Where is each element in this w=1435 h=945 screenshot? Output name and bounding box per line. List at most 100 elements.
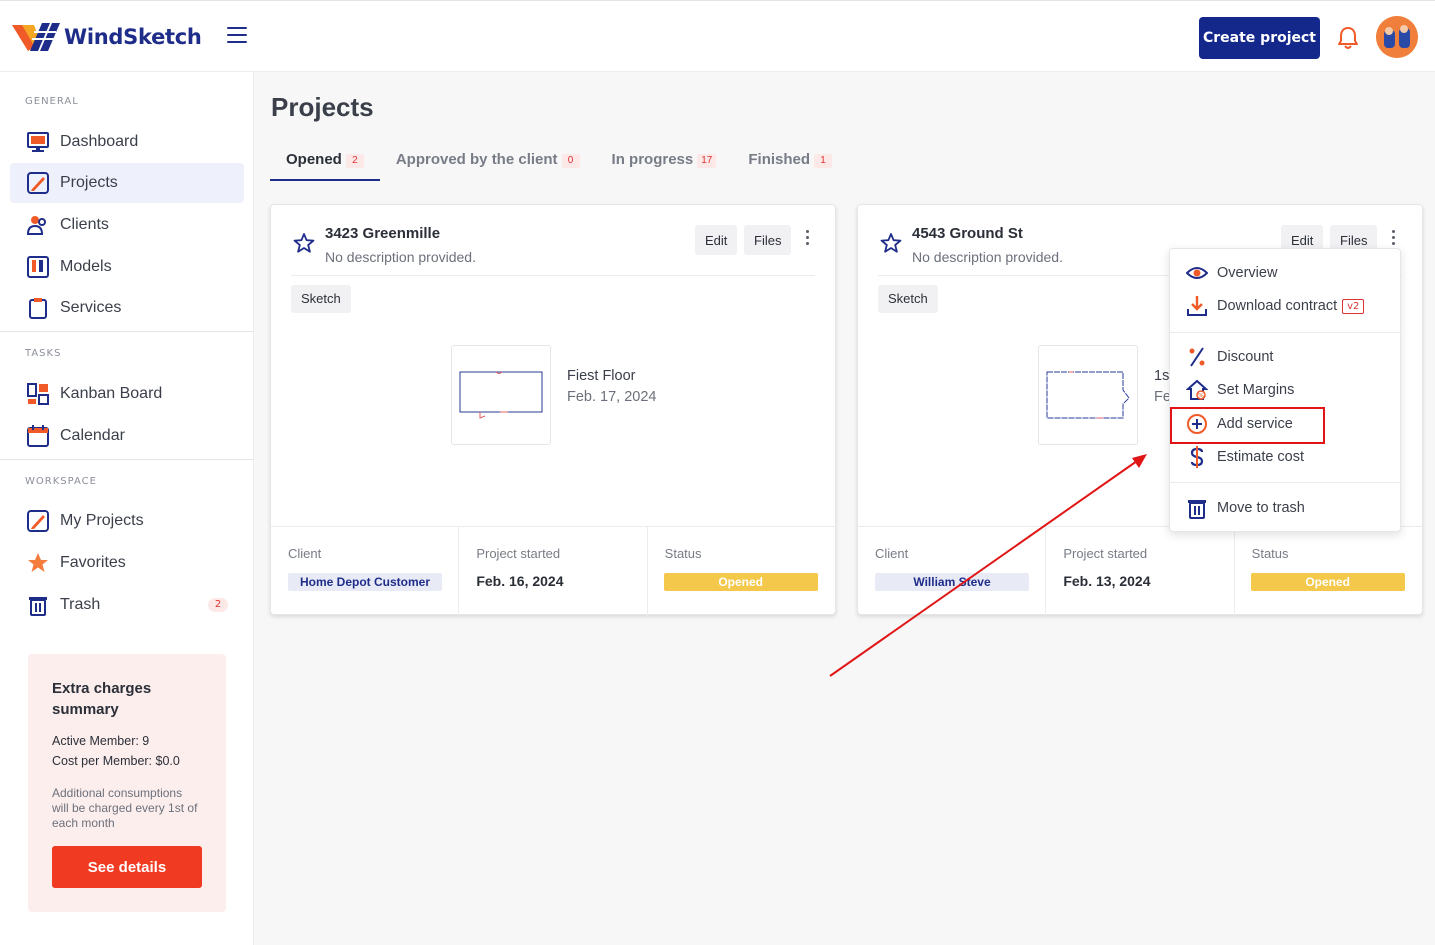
project-card[interactable]: 3423 Greenmille No description provided.… bbox=[270, 204, 836, 616]
tab-count-badge: 1 bbox=[814, 154, 833, 168]
app-name: WindSketch bbox=[64, 25, 202, 49]
client-label: Client bbox=[875, 546, 909, 561]
files-button[interactable]: Files bbox=[744, 225, 792, 255]
dollar-icon bbox=[1190, 446, 1204, 468]
project-options-menu: Overview Download contract v2 Discount %… bbox=[1169, 248, 1402, 532]
favorite-star-icon[interactable] bbox=[880, 232, 902, 254]
menu-item-estimate-cost[interactable]: Estimate cost bbox=[1170, 441, 1402, 473]
started-column: Project started Feb. 16, 2024 bbox=[459, 527, 648, 616]
trash-count-badge: 2 bbox=[208, 598, 228, 612]
annotation-highlight-box bbox=[1170, 407, 1325, 444]
project-tabs: Opened 2 Approved by the client 0 In progr… bbox=[270, 142, 848, 182]
client-chip[interactable]: Home Depot Customer bbox=[288, 573, 442, 591]
charges-title: Extra charges summary bbox=[52, 680, 152, 718]
menu-item-label: Overview bbox=[1217, 265, 1278, 281]
sidebar-item-label: Trash bbox=[60, 596, 101, 613]
sketch-chip[interactable]: Sketch bbox=[878, 285, 938, 313]
margins-icon: % bbox=[1186, 379, 1208, 400]
client-chip[interactable]: William Steve bbox=[875, 573, 1029, 591]
menu-item-set-margins[interactable]: % Set Margins bbox=[1170, 374, 1402, 406]
sidebar-divider bbox=[0, 459, 254, 460]
menu-item-download-contract[interactable]: Download contract v2 bbox=[1170, 290, 1402, 322]
floor-date: Feb. 17, 2024 bbox=[567, 389, 657, 405]
section-label-general: GENERAL bbox=[25, 96, 79, 107]
status-label: Status bbox=[1251, 546, 1289, 561]
active-member-text: Active Member: 9 bbox=[52, 734, 150, 748]
section-label-tasks: TASKS bbox=[25, 348, 62, 359]
menu-item-label: Download contract bbox=[1217, 298, 1338, 314]
started-label: Project started bbox=[1063, 546, 1148, 561]
floor-name: Fiest Floor bbox=[567, 368, 636, 384]
my-projects-icon bbox=[27, 510, 49, 532]
floorplan-sketch-icon bbox=[459, 371, 543, 419]
tab-label: Finished bbox=[748, 151, 811, 168]
menu-item-move-to-trash[interactable]: Move to trash bbox=[1170, 492, 1402, 524]
models-icon bbox=[27, 256, 49, 278]
tab-opened[interactable]: Opened 2 bbox=[270, 142, 380, 181]
sidebar-item-clients[interactable]: Clients bbox=[10, 205, 244, 245]
cost-per-member-text: Cost per Member: $0.0 bbox=[52, 754, 180, 768]
tab-approved[interactable]: Approved by the client 0 bbox=[380, 142, 596, 181]
favorite-star-icon[interactable] bbox=[293, 232, 315, 254]
sidebar-item-favorites[interactable]: Favorites bbox=[10, 543, 244, 583]
started-date: Feb. 16, 2024 bbox=[476, 573, 564, 589]
percent-icon bbox=[1189, 347, 1205, 367]
tab-in-progress[interactable]: In progress 17 bbox=[596, 142, 733, 181]
user-avatar[interactable] bbox=[1376, 16, 1418, 58]
see-details-button[interactable]: See details bbox=[52, 846, 202, 888]
menu-toggle-icon[interactable] bbox=[227, 27, 247, 45]
client-column: Client Home Depot Customer bbox=[271, 527, 460, 616]
status-badge: Opened bbox=[1250, 573, 1405, 591]
trash-icon bbox=[29, 597, 47, 616]
extra-charges-card: Extra charges summary Active Member: 9 C… bbox=[28, 654, 226, 912]
tab-count-badge: 0 bbox=[561, 154, 580, 168]
tab-finished[interactable]: Finished 1 bbox=[732, 142, 848, 181]
project-title[interactable]: 4543 Ground St bbox=[912, 225, 1023, 242]
status-badge: Opened bbox=[663, 573, 818, 591]
section-label-workspace: WORKSPACE bbox=[25, 476, 97, 487]
sidebar-item-label: Clients bbox=[60, 216, 109, 233]
status-column: Status Opened bbox=[1235, 527, 1422, 616]
sidebar-divider bbox=[0, 331, 254, 332]
floor-thumbnail[interactable] bbox=[1038, 345, 1138, 445]
started-date: Feb. 13, 2024 bbox=[1063, 573, 1151, 589]
status-label: Status bbox=[664, 546, 702, 561]
menu-item-overview[interactable]: Overview bbox=[1170, 257, 1402, 289]
sidebar-item-my-projects[interactable]: My Projects bbox=[10, 501, 244, 541]
edit-button[interactable]: Edit bbox=[695, 225, 738, 255]
sidebar-item-trash[interactable]: Trash 2 bbox=[10, 585, 244, 625]
tab-label: Opened bbox=[286, 151, 342, 168]
menu-item-discount[interactable]: Discount bbox=[1170, 341, 1402, 373]
card-footer: Client Home Depot Customer Project start… bbox=[271, 526, 835, 616]
tab-count-badge: 17 bbox=[697, 154, 717, 168]
star-icon bbox=[28, 553, 48, 572]
more-options-icon[interactable] bbox=[797, 227, 817, 251]
trash-icon bbox=[1188, 500, 1206, 519]
logo[interactable]: WindSketch bbox=[12, 21, 202, 53]
notification-bell-icon[interactable] bbox=[1336, 25, 1360, 51]
sketch-chip[interactable]: Sketch bbox=[291, 285, 351, 313]
menu-item-label: Estimate cost bbox=[1217, 449, 1305, 465]
sidebar-item-models[interactable]: Models bbox=[10, 247, 244, 287]
sidebar-item-dashboard[interactable]: Dashboard bbox=[10, 122, 244, 162]
floor-thumbnail[interactable] bbox=[451, 345, 551, 445]
sidebar-item-label: Models bbox=[60, 258, 112, 275]
menu-item-label: Move to trash bbox=[1217, 500, 1305, 516]
menu-item-label: Discount bbox=[1217, 349, 1274, 365]
sidebar-item-kanban[interactable]: Kanban Board bbox=[10, 374, 244, 414]
tab-label: In progress bbox=[611, 151, 694, 168]
create-project-button[interactable]: Create project bbox=[1199, 17, 1320, 59]
project-title[interactable]: 3423 Greenmille bbox=[325, 225, 440, 242]
menu-divider bbox=[1170, 332, 1402, 333]
avatar-image-icon bbox=[1376, 16, 1418, 58]
top-bar: WindSketch Create project bbox=[0, 0, 1435, 72]
sidebar-item-label: Dashboard bbox=[60, 133, 139, 150]
calendar-icon bbox=[27, 425, 49, 447]
sidebar-item-projects[interactable]: Projects bbox=[10, 163, 244, 203]
card-footer: Client William Steve Project started Feb… bbox=[858, 526, 1422, 616]
sidebar-item-calendar[interactable]: Calendar bbox=[10, 416, 244, 456]
sidebar-item-services[interactable]: Services bbox=[10, 288, 244, 328]
sidebar-item-label: My Projects bbox=[60, 512, 144, 529]
sidebar: GENERAL Dashboard Projects Clients Model… bbox=[0, 72, 254, 945]
started-column: Project started Feb. 13, 2024 bbox=[1046, 527, 1235, 616]
